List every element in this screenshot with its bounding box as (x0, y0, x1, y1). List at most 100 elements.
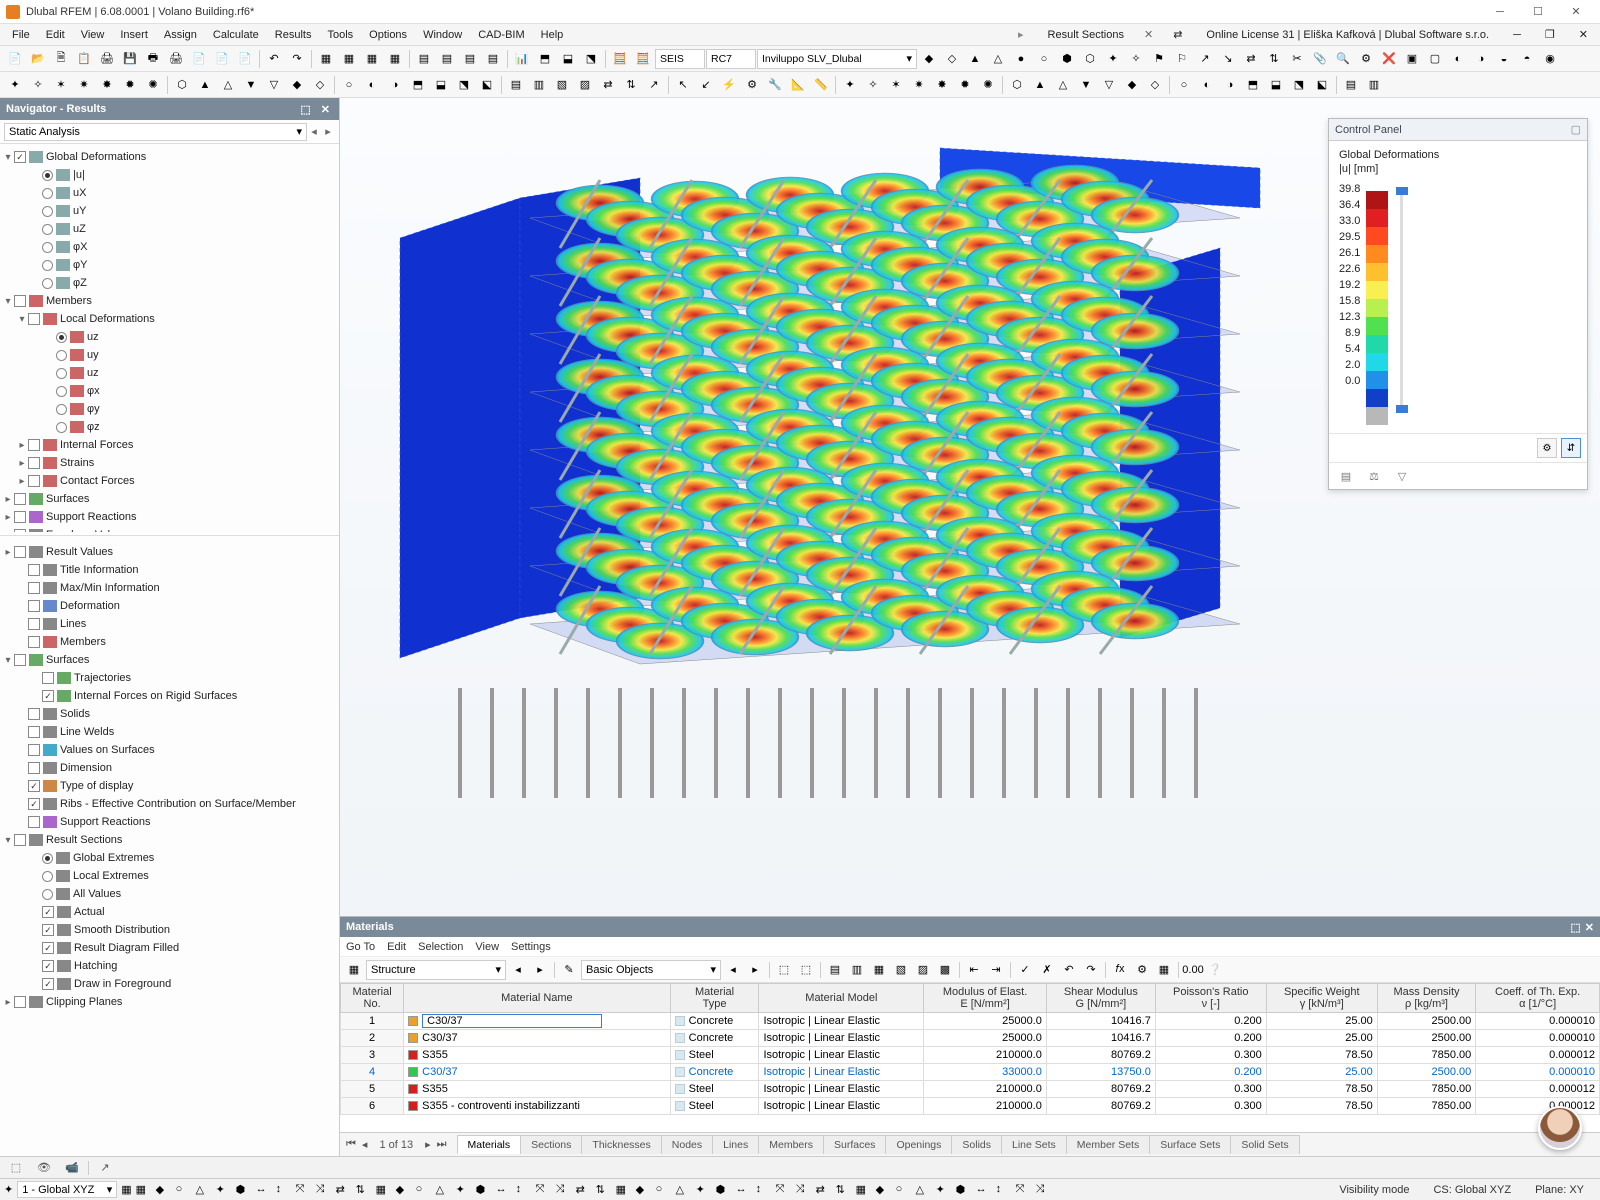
toolbar-button[interactable]: 📏 (810, 74, 832, 96)
snap-button[interactable]: ○ (896, 1183, 914, 1196)
toolbar-button[interactable]: ⇅ (620, 74, 642, 96)
snap-button[interactable]: ⬢ (956, 1183, 974, 1196)
tree-item[interactable]: uZ (2, 220, 337, 238)
minimize-button[interactable]: ─ (1482, 2, 1518, 22)
toolbar-button[interactable]: ◐ (1447, 48, 1469, 70)
tree-item[interactable]: All Values (2, 885, 337, 903)
toolbar-button[interactable]: ▣ (1401, 48, 1423, 70)
tree-item[interactable]: ▸Contact Forces (2, 472, 337, 490)
tree-item[interactable]: Dimension (2, 759, 337, 777)
table-row[interactable]: 1C30/37ConcreteIsotropic | Linear Elasti… (341, 1013, 1600, 1030)
cp-tab-filter-icon[interactable]: ▽ (1391, 467, 1413, 485)
tree-item[interactable]: Type of display (2, 777, 337, 795)
toolbar-button[interactable]: ⇄ (1240, 48, 1262, 70)
tab-first[interactable]: ⏮ (344, 1138, 358, 1151)
grid-tab[interactable]: Openings (885, 1135, 952, 1154)
snap-button[interactable]: ⤧ (1016, 1183, 1034, 1196)
toolbar-button[interactable]: ❌ (1378, 48, 1400, 70)
tree-item[interactable]: uY (2, 202, 337, 220)
toolbar-button[interactable]: ▥ (1363, 74, 1385, 96)
tree-item[interactable]: φy (2, 400, 337, 418)
toolbar-button[interactable]: ▤ (459, 48, 481, 70)
toolbar-button[interactable]: ✧ (27, 74, 49, 96)
grid-tab[interactable]: Solid Sets (1230, 1135, 1299, 1154)
materials-grid[interactable]: MaterialNo.Material NameMaterialTypeMate… (340, 983, 1600, 1132)
toolbar-button[interactable]: ⚙ (1355, 48, 1377, 70)
toolbar-button[interactable]: ✶ (50, 74, 72, 96)
materials-pin-icon[interactable]: ⬚ (1570, 921, 1580, 934)
toolbar-button[interactable]: ✂ (1286, 48, 1308, 70)
tree-item[interactable]: φY (2, 256, 337, 274)
toolbar-button[interactable]: ✹ (954, 74, 976, 96)
toolbar-button[interactable]: ◇ (309, 74, 331, 96)
toolbar-button[interactable]: ◉ (1539, 48, 1561, 70)
snap-button[interactable]: ▦ (616, 1183, 634, 1196)
toolbar-button[interactable]: 📄 (188, 48, 210, 70)
toolbar-button[interactable]: 💾 (119, 48, 141, 70)
toolbar-button[interactable]: 📂 (27, 48, 49, 70)
toolbar-button[interactable]: ↙ (695, 74, 717, 96)
tree-item[interactable]: φz (2, 418, 337, 436)
snap-button[interactable]: ↔ (976, 1183, 994, 1196)
toolbar-button[interactable]: ⬔ (580, 48, 602, 70)
toolbar-combo[interactable]: RC7 (706, 49, 756, 69)
snap-button[interactable]: ⇅ (836, 1183, 854, 1196)
snap-button[interactable]: ▦ (856, 1183, 874, 1196)
tree-item[interactable]: ▸Clipping Planes (2, 993, 337, 1011)
tree-item[interactable]: uX (2, 184, 337, 202)
toolbar-button[interactable]: ⬓ (557, 48, 579, 70)
results-tree[interactable]: ▾Global Deformations|u|uXuYuZφXφYφZ▾Memb… (0, 144, 339, 532)
tab-last[interactable]: ⏭ (435, 1138, 449, 1151)
tree-item[interactable]: φZ (2, 274, 337, 292)
toolbar-button[interactable]: ◆ (286, 74, 308, 96)
cp-tab-colors-icon[interactable]: ▤ (1335, 467, 1357, 485)
tree-item[interactable]: ▸Strains (2, 454, 337, 472)
grid-tool-button[interactable]: ❔ (1205, 960, 1225, 980)
toolbar-button[interactable]: ↶ (263, 48, 285, 70)
toolbar-button[interactable]: 📄 (234, 48, 256, 70)
tree-item[interactable]: ▸Surfaces (2, 490, 337, 508)
doc-minimize[interactable]: ─ (1505, 26, 1529, 44)
grid-tool-button[interactable]: ⚙ (1132, 960, 1152, 980)
toolbar-button[interactable]: ◓ (1516, 48, 1538, 70)
grid-tab[interactable]: Line Sets (1001, 1135, 1067, 1154)
grid-tool-button[interactable]: 𝑓x (1110, 960, 1130, 980)
grid-tool-button[interactable]: ▦ (1154, 960, 1174, 980)
toolbar-button[interactable]: ↘ (1217, 48, 1239, 70)
toolbar-button[interactable]: ↷ (286, 48, 308, 70)
maximize-button[interactable]: ☐ (1520, 2, 1556, 22)
toolbar-button[interactable]: ⬔ (1288, 74, 1310, 96)
tree-item[interactable]: Line Welds (2, 723, 337, 741)
axes-icon[interactable]: ✦ (4, 1183, 13, 1196)
snap-button[interactable]: ◆ (156, 1183, 174, 1196)
cp-scale-button[interactable]: ⇵ (1561, 438, 1581, 458)
legend-range-slider[interactable] (1394, 185, 1410, 415)
toolbar-button[interactable]: 🖨 (96, 48, 118, 70)
toolbar-button[interactable]: ▲ (194, 74, 216, 96)
toolbar-button[interactable]: ◆ (918, 48, 940, 70)
snap-button[interactable]: ◆ (636, 1183, 654, 1196)
view-button[interactable]: 👁 (32, 1159, 56, 1177)
grid-tool-button[interactable]: ▧ (891, 960, 911, 980)
grid-tool-button[interactable]: ⇤ (964, 960, 984, 980)
grid-tool-button[interactable]: ▸ (745, 960, 765, 980)
toolbar-button[interactable]: 🖨 (165, 48, 187, 70)
tree-item[interactable]: uy (2, 346, 337, 364)
structure-combo[interactable]: Structure▾ (366, 960, 506, 980)
toolbar-button[interactable]: ▲ (1029, 74, 1051, 96)
grid-tool-button[interactable]: ✓ (1015, 960, 1035, 980)
tree-item[interactable]: Internal Forces on Rigid Surfaces (2, 687, 337, 705)
grid-tool-button[interactable]: ▤ (825, 960, 845, 980)
tree-item[interactable]: ▸Result Values (2, 543, 337, 561)
next-analysis[interactable]: ▸ (321, 125, 335, 138)
snap-button[interactable]: ↕ (516, 1183, 534, 1196)
toolbar-button[interactable]: ⬔ (453, 74, 475, 96)
snap-button[interactable]: ○ (656, 1183, 674, 1196)
toolbar-button[interactable]: ◑ (384, 74, 406, 96)
tree-item[interactable]: ▸Support Reactions (2, 508, 337, 526)
tree-item[interactable]: Ribs - Effective Contribution on Surface… (2, 795, 337, 813)
tree-item[interactable]: Actual (2, 903, 337, 921)
tab-prev[interactable]: ◂ (360, 1138, 370, 1151)
menu-insert[interactable]: Insert (112, 26, 156, 44)
doc-close[interactable]: ✕ (1571, 25, 1596, 44)
